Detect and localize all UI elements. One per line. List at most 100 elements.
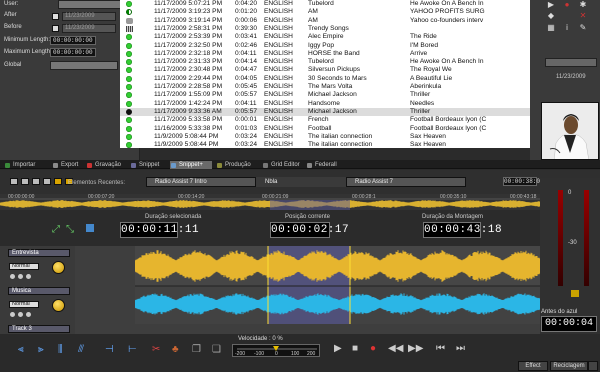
tab-snippet-[interactable]: Snippet+	[170, 161, 212, 169]
track-2-mode[interactable]: Normal	[9, 301, 39, 308]
track-1-volume-knob[interactable]	[52, 261, 65, 274]
info-small-icon[interactable]: i	[563, 24, 571, 32]
montage-duration-label: Duração da Montagem	[422, 214, 484, 220]
before-date-field[interactable]: 11/23/2009	[62, 24, 116, 33]
table-row[interactable]: 11/17/2009 5:33:58 PM 0:00:01 ENGLISH Frenc…	[120, 116, 530, 124]
stretch-icon[interactable]: ⤢	[52, 224, 60, 235]
track-2-volume-knob[interactable]	[52, 299, 65, 312]
track-1-mode[interactable]: Normal	[9, 263, 39, 270]
table-row[interactable]: 11/17/2009 5:07:21 PM 0:04:20 ENGLISH Tubel…	[120, 0, 530, 8]
table-row[interactable]: 11/17/2009 2:32:50 PM 0:02:46 ENGLISH Iggy …	[120, 42, 530, 50]
table-row[interactable]: 11/17/2009 3:19:23 PM 0:01:20 ENGLISH AM YAH…	[120, 8, 530, 16]
effect-button[interactable]: Effect	[518, 361, 548, 371]
save-icon[interactable]	[10, 178, 18, 185]
track-2-solo[interactable]	[18, 312, 23, 317]
before-checkbox[interactable]	[52, 25, 59, 32]
table-row[interactable]: 11/17/2009 2:32:18 PM 0:04:11 ENGLISH HORSE…	[120, 50, 530, 58]
stop-icon[interactable]: ■	[352, 344, 358, 354]
undo-icon[interactable]	[54, 178, 62, 185]
shrink-icon[interactable]: ⤡	[66, 224, 74, 235]
table-row[interactable]: 11/17/2009 2:53:39 PM 0:03:41 ENGLISH Alec …	[120, 33, 530, 41]
close-small-icon[interactable]: ✕	[579, 12, 587, 20]
media-table[interactable]: 11/17/2009 5:07:21 PM 0:04:20 ENGLISH Tubel…	[120, 0, 530, 148]
cell-date: 11/17/2009 5:07:21 PM	[154, 0, 223, 7]
after-checkbox[interactable]	[52, 13, 59, 20]
tab-grava-o[interactable]: Gravação	[86, 161, 126, 169]
go-start-icon[interactable]: ⏮	[436, 344, 445, 354]
date-select[interactable]	[545, 58, 597, 67]
go-end-icon[interactable]: ⏭	[456, 344, 465, 354]
track-1-rec[interactable]	[26, 274, 31, 279]
table-row[interactable]: 11/17/2009 2:28:58 PM 0:05:45 ENGLISH The M…	[120, 83, 530, 91]
speed-tick-0: -200	[235, 351, 246, 357]
track-2-rec[interactable]	[26, 312, 31, 317]
table-row[interactable]: 11/17/2009 2:30:48 PM 0:04:47 ENGLISH Silve…	[120, 66, 530, 74]
track-icon[interactable]	[86, 224, 94, 232]
paste-clip-icon[interactable]: ❏	[212, 345, 221, 355]
track-2-mute[interactable]	[10, 312, 15, 317]
new-icon[interactable]	[32, 178, 40, 185]
gear-small-icon[interactable]: ✱	[579, 1, 587, 9]
tab-federall[interactable]: Federall	[306, 161, 340, 169]
table-row[interactable]: 11/17/2009 1:55:09 PM 0:05:57 ENGLISH Micha…	[120, 91, 530, 99]
grid-small-icon[interactable]: ▦	[547, 24, 555, 32]
recent-item-1[interactable]: Radio Assist 7 Intro	[146, 177, 256, 187]
date-label: 11/23/2009	[556, 74, 586, 80]
module-tab-bar: Importar Export Gravação Snippet Snippet+ Pro…	[0, 160, 600, 169]
tab-grid-editor[interactable]: Grid Editor	[262, 161, 302, 169]
cell-artist: 30 Seconds to Mars	[308, 74, 367, 82]
table-row[interactable]: 11/16/2009 5:33:38 PM 0:01:03 ENGLISH Footb…	[120, 125, 530, 133]
record-small-icon[interactable]: ●	[563, 1, 571, 9]
speed-slider[interactable]: -200 -100 0 100 200	[232, 344, 320, 357]
play-small-icon[interactable]: ▶	[547, 1, 555, 9]
edit-small-icon[interactable]: ✎	[579, 24, 587, 32]
tab-produ-o[interactable]: Produção	[216, 161, 258, 169]
tab-export[interactable]: Export	[52, 161, 82, 169]
copy-icon[interactable]	[43, 178, 51, 185]
track-1-name[interactable]: Entrevista	[8, 249, 70, 257]
cut-icon[interactable]: ✂	[152, 345, 160, 355]
table-row[interactable]: 11/17/2009 3:19:14 PM 0:00:06 ENGLISH AM Yah…	[120, 17, 530, 25]
tab-importar[interactable]: Importar	[4, 161, 48, 169]
recent-item-2[interactable]: Nbla	[256, 177, 346, 187]
table-row[interactable]: 11/17/2009 9:33:36 AM 0:05:57 ENGLISH Micha…	[120, 107, 530, 117]
fade-out-icon[interactable]: ⊢	[128, 345, 137, 355]
lock-icon[interactable]	[571, 290, 579, 297]
cell-lang: ENGLISH	[264, 49, 293, 57]
open-icon[interactable]	[21, 178, 29, 185]
table-row[interactable]: 11/9/2009 5:08:44 PM 0:03:24 ENGLISH The it…	[120, 133, 530, 141]
table-row[interactable]: 11/17/2009 2:58:31 PM 0:39:30 ENGLISH Trend…	[120, 25, 530, 33]
max-length-field[interactable]: 00:00:00:00	[50, 48, 96, 57]
forward-icon[interactable]: ▶▶	[408, 344, 423, 354]
fade-in-icon[interactable]: ⊣	[105, 345, 114, 355]
tab-snippet[interactable]: Snippet	[130, 161, 166, 169]
table-row[interactable]: 11/17/2009 1:42:24 PM 0:04:11 ENGLISH Hands…	[120, 100, 530, 108]
track-1-solo[interactable]	[18, 274, 23, 279]
waveform-clips[interactable]	[135, 246, 540, 334]
wave-small-icon[interactable]: ◆	[547, 12, 555, 20]
marker-out-icon[interactable]: ⫸	[38, 345, 44, 355]
rewind-icon[interactable]: ◀◀	[388, 344, 403, 354]
table-row[interactable]: 11/9/2009 5:08:44 PM 0:03:24 ENGLISH The it…	[120, 141, 530, 148]
table-row[interactable]: 11/17/2009 2:31:33 PM 0:04:14 ENGLISH Tubel…	[120, 58, 530, 66]
row-status-icon	[126, 117, 132, 124]
record-icon[interactable]: ●	[370, 344, 376, 354]
cell-dur: 0:04:05	[235, 74, 257, 82]
join-icon[interactable]: ⫻	[78, 345, 84, 355]
global-field[interactable]	[50, 61, 118, 70]
recycle-dropdown[interactable]	[588, 361, 598, 371]
marker-in-icon[interactable]: ⫷	[18, 345, 24, 355]
recycle-button[interactable]: Reciclagem	[550, 361, 588, 371]
track-1-mute[interactable]	[10, 274, 15, 279]
track-3-name[interactable]: Track 3	[8, 325, 70, 333]
delete-icon[interactable]: ♣	[172, 345, 179, 355]
copy-clip-icon[interactable]: ❐	[192, 345, 201, 355]
table-row[interactable]: 11/17/2009 2:29:44 PM 0:04:05 ENGLISH 30 Se…	[120, 75, 530, 83]
play-icon[interactable]: ▶	[334, 344, 342, 354]
min-length-field[interactable]: 00:00:00:00	[50, 36, 96, 45]
recent-item-3[interactable]: Radio Assist 7	[346, 177, 466, 187]
track-2-name[interactable]: Musica	[8, 287, 70, 295]
after-date-field[interactable]: 11/23/2009	[62, 12, 116, 21]
ruler-tick: 00:00:43:18	[510, 194, 537, 200]
split-icon[interactable]: ⫼	[58, 345, 63, 355]
